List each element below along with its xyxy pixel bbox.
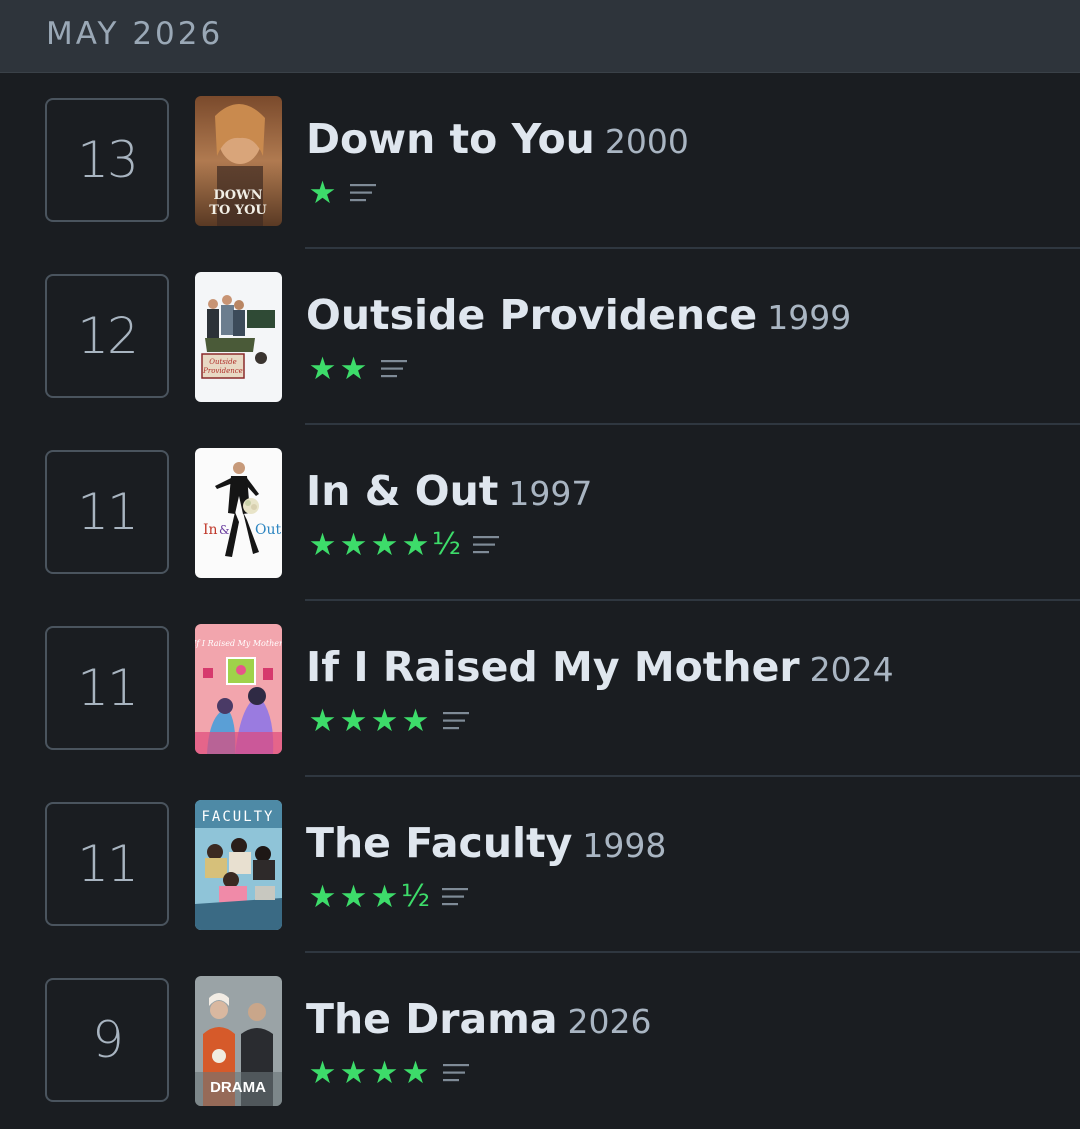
film-year[interactable]: 1999	[767, 298, 851, 337]
star-rating: ★ ★ ★ ½	[307, 878, 431, 915]
star-icon: ★	[308, 174, 337, 211]
star-rating: ★ ★	[307, 350, 369, 387]
day-number[interactable]: 11	[45, 450, 169, 574]
star-rating: ★ ★ ★ ★	[307, 1054, 431, 1091]
film-year[interactable]: 2000	[605, 122, 689, 161]
review-lines-icon[interactable]	[442, 887, 469, 907]
film-title[interactable]: The Drama	[306, 995, 558, 1043]
star-icon: ★	[370, 526, 399, 563]
svg-text:TO YOU: TO YOU	[209, 203, 267, 218]
film-title-line[interactable]: Outside Providence 1999	[306, 291, 851, 339]
star-icon: ★	[308, 526, 337, 563]
poster-the-faculty[interactable]: FACULTY	[195, 800, 282, 930]
svg-text:FACULTY: FACULTY	[201, 809, 274, 825]
star-icon: ★	[308, 350, 337, 387]
star-rating: ★	[307, 174, 338, 211]
review-lines-icon[interactable]	[473, 535, 500, 555]
day-number[interactable]: 13	[45, 98, 169, 222]
star-icon: ★	[401, 702, 430, 739]
day-number[interactable]: 11	[45, 802, 169, 926]
diary-entry[interactable]: 11 If I Raised My Mother If I Raised My …	[0, 601, 1080, 777]
film-year[interactable]: 2024	[810, 650, 894, 689]
poster-in-and-out[interactable]: In & Out	[195, 448, 282, 578]
rating-row: ★ ★ ★ ★	[307, 703, 469, 739]
day-number[interactable]: 11	[45, 626, 169, 750]
film-title-line[interactable]: The Drama 2026	[306, 995, 652, 1043]
star-icon: ★	[370, 1054, 399, 1091]
star-icon: ★	[339, 1054, 368, 1091]
diary-entry[interactable]: 11 FACULTY The Faculty 1998 ★ ★ ★ ½	[0, 777, 1080, 953]
poster-down-to-you[interactable]: DOWN TO YOU	[195, 96, 282, 226]
svg-text:&: &	[219, 523, 230, 537]
rating-row: ★ ★	[307, 351, 407, 387]
star-icon: ★	[370, 878, 399, 915]
day-number[interactable]: 9	[45, 978, 169, 1102]
poster-if-i-raised-my-mother[interactable]: If I Raised My Mother	[195, 624, 282, 754]
film-title-line[interactable]: The Faculty 1998	[306, 819, 666, 867]
film-title[interactable]: The Faculty	[306, 819, 572, 867]
rating-row: ★ ★ ★ ½	[307, 878, 469, 915]
film-year[interactable]: 2026	[568, 1002, 652, 1041]
rating-row: ★	[307, 175, 376, 211]
review-lines-icon[interactable]	[443, 1063, 469, 1083]
svg-text:DOWN: DOWN	[213, 188, 262, 203]
film-title-line[interactable]: If I Raised My Mother 2024	[306, 643, 894, 691]
svg-text:Outside: Outside	[209, 358, 237, 366]
svg-text:If I Raised My Mother: If I Raised My Mother	[195, 639, 282, 648]
diary-entry[interactable]: 13 DOWN TO YOU Down to You 2000 ★	[0, 73, 1080, 249]
film-year[interactable]: 1997	[508, 474, 592, 513]
review-lines-icon[interactable]	[443, 711, 469, 731]
film-title-line[interactable]: Down to You 2000	[306, 115, 689, 163]
film-title[interactable]: Outside Providence	[306, 291, 757, 339]
star-icon: ★	[339, 702, 368, 739]
half-star-icon: ½	[401, 879, 431, 914]
svg-text:In: In	[203, 522, 218, 538]
star-rating: ★ ★ ★ ★ ½	[307, 526, 462, 563]
star-rating: ★ ★ ★ ★	[307, 702, 431, 739]
poster-outside-providence[interactable]: Outside Providence	[195, 272, 282, 402]
svg-text:Out: Out	[255, 522, 281, 538]
rating-row: ★ ★ ★ ★	[307, 1055, 469, 1091]
film-title[interactable]: In & Out	[306, 467, 498, 515]
poster-the-drama[interactable]: DRAMA	[195, 976, 282, 1106]
star-icon: ★	[339, 878, 368, 915]
month-label: MAY 2026	[46, 16, 224, 52]
star-icon: ★	[308, 702, 337, 739]
rating-row: ★ ★ ★ ★ ½	[307, 526, 500, 563]
diary-entry[interactable]: 12 Outside Providence Outside Providence…	[0, 249, 1080, 425]
star-icon: ★	[370, 702, 399, 739]
star-icon: ★	[401, 1054, 430, 1091]
review-lines-icon[interactable]	[381, 359, 407, 379]
half-star-icon: ½	[432, 527, 462, 562]
star-icon: ★	[308, 878, 337, 915]
svg-text:Providence: Providence	[202, 367, 243, 375]
month-header: MAY 2026	[0, 0, 1080, 73]
film-title[interactable]: Down to You	[306, 115, 595, 163]
film-title-line[interactable]: In & Out 1997	[306, 467, 592, 515]
star-icon: ★	[401, 526, 430, 563]
film-year[interactable]: 1998	[582, 826, 666, 865]
day-number[interactable]: 12	[45, 274, 169, 398]
diary-entry[interactable]: 9 DRAMA The Drama 2026 ★ ★ ★ ★	[0, 953, 1080, 1129]
star-icon: ★	[308, 1054, 337, 1091]
review-lines-icon[interactable]	[350, 183, 376, 203]
film-title[interactable]: If I Raised My Mother	[306, 643, 800, 691]
star-icon: ★	[339, 350, 368, 387]
svg-text:DRAMA: DRAMA	[210, 1079, 266, 1096]
diary-entry[interactable]: 11 In & Out In & Out 1997 ★ ★ ★ ★ ½	[0, 425, 1080, 601]
star-icon: ★	[339, 526, 368, 563]
